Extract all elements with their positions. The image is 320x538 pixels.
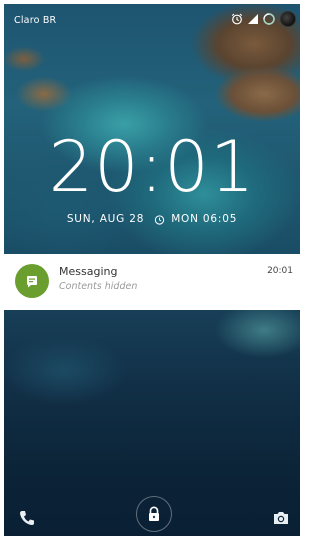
- alarm-icon: [231, 13, 243, 25]
- lock-clock: 20:01: [48, 126, 256, 208]
- alarm-icon: [155, 214, 165, 225]
- date-line: SUN, AUG 28 MON 06:05: [4, 213, 300, 225]
- phone-icon: [20, 511, 34, 525]
- camera-icon: [274, 512, 288, 524]
- lock-screen: Claro BR 20:01 SUN, AUG 28 MON 06:05 Mes…: [4, 4, 300, 536]
- camera-button[interactable]: [272, 510, 290, 530]
- status-bar: Claro BR: [4, 4, 300, 28]
- signal-icon: [248, 14, 258, 24]
- date-text: SUN, AUG 28: [66, 213, 145, 225]
- messaging-icon: [15, 264, 49, 298]
- phone-button[interactable]: [18, 509, 36, 531]
- lock-icon: [149, 506, 159, 521]
- next-alarm-text: MON 06:05: [171, 213, 238, 225]
- notification-body: Contents hidden: [59, 281, 138, 292]
- status-icons: [231, 11, 296, 27]
- notification-app-name: Messaging: [59, 265, 118, 278]
- unlock-button[interactable]: [136, 496, 172, 532]
- battery-icon: [263, 13, 275, 25]
- notification-card[interactable]: Messaging Contents hidden 20:01: [4, 254, 300, 310]
- avatar[interactable]: [280, 11, 296, 27]
- notification-time: 20:01: [267, 266, 293, 276]
- carrier-label: Claro BR: [14, 15, 57, 26]
